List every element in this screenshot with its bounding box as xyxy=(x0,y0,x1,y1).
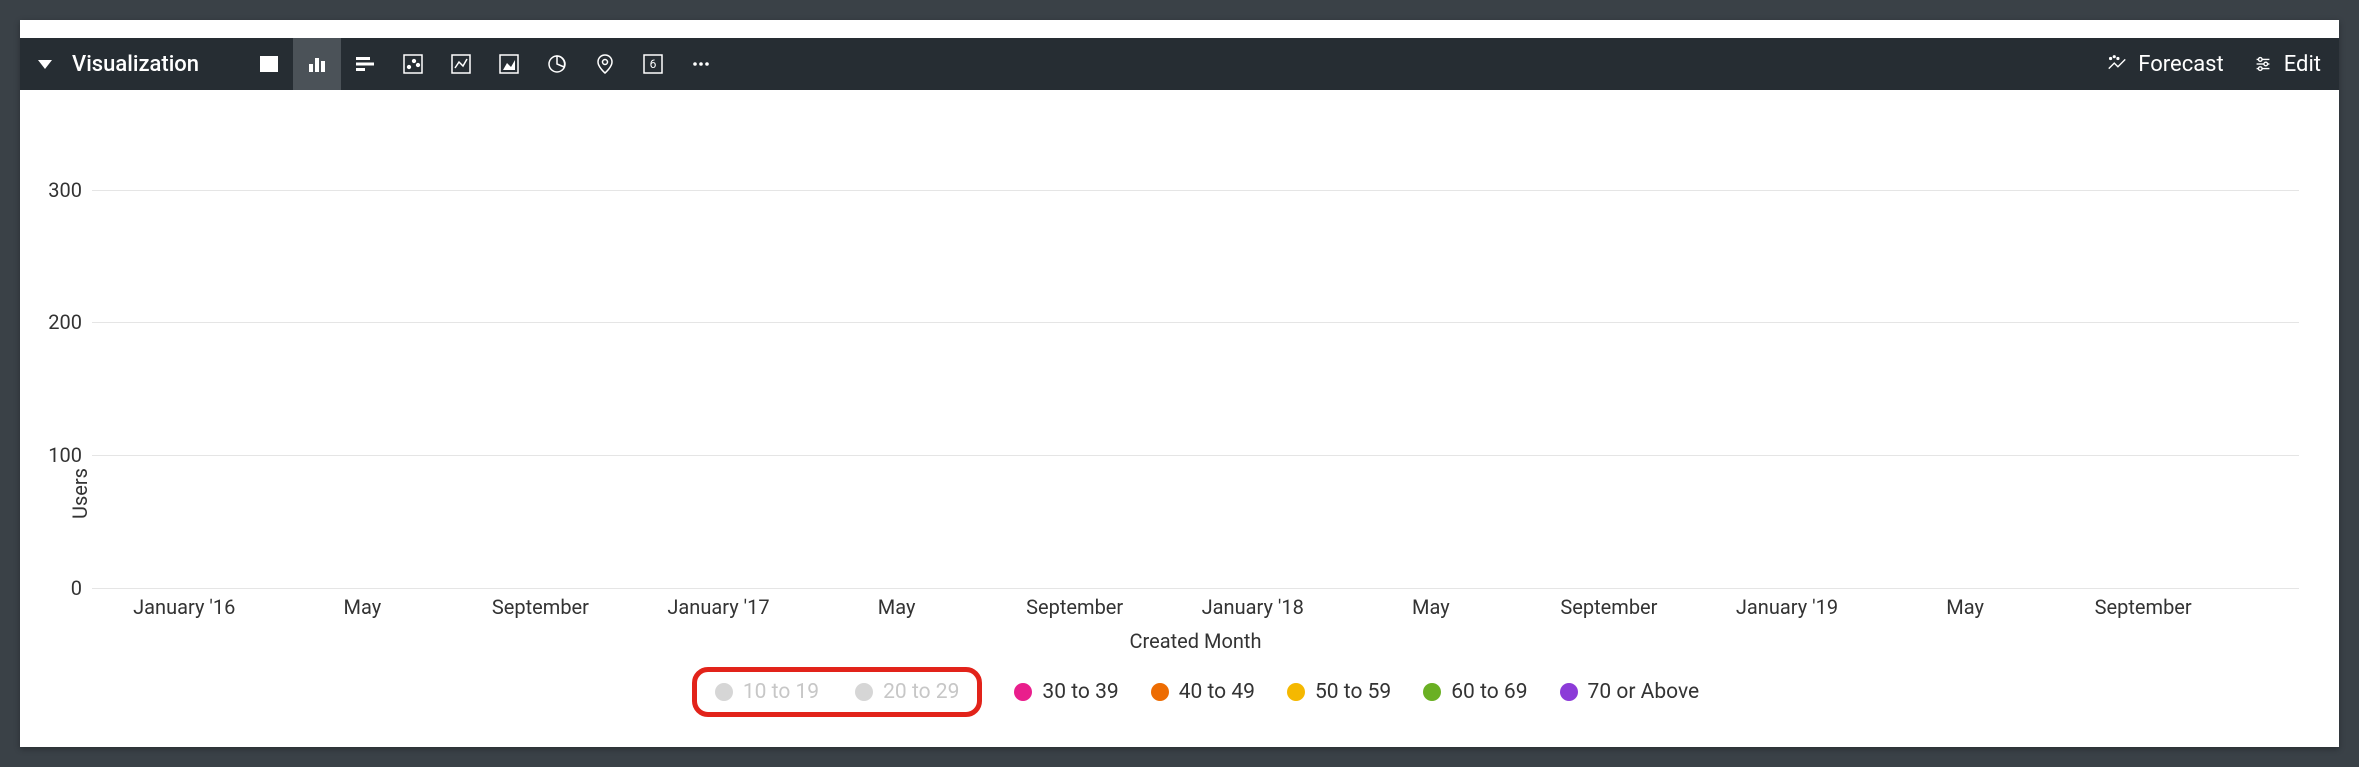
x-tick: May xyxy=(1412,595,1450,619)
legend-swatch xyxy=(715,683,733,701)
legend-label: 30 to 39 xyxy=(1042,680,1118,704)
forecast-label: Forecast xyxy=(2138,52,2223,77)
x-tick: May xyxy=(878,595,916,619)
visualization-toolbar: Visualization 6 Foreca xyxy=(20,38,2339,90)
single-value-icon[interactable]: 6 xyxy=(629,38,677,90)
more-icon[interactable] xyxy=(677,38,725,90)
toolbar-title: Visualization xyxy=(72,52,199,77)
y-tick: 200 xyxy=(32,310,82,334)
x-tick: January '17 xyxy=(667,595,769,619)
edit-label: Edit xyxy=(2284,52,2321,77)
y-tick: 300 xyxy=(32,178,82,202)
x-tick: September xyxy=(1026,595,1123,619)
legend: 10 to 19 20 to 29 30 to 39 40 to 49 50 to 59… xyxy=(92,653,2299,737)
line-chart-icon[interactable] xyxy=(437,38,485,90)
legend-swatch xyxy=(1287,683,1305,701)
legend-label: 70 or Above xyxy=(1588,680,1700,704)
map-icon[interactable] xyxy=(581,38,629,90)
legend-item[interactable]: 20 to 29 xyxy=(855,680,959,704)
y-axis-label: Users xyxy=(60,110,92,737)
legend-swatch xyxy=(1014,683,1032,701)
legend-label: 20 to 29 xyxy=(883,680,959,704)
legend-swatch xyxy=(1423,683,1441,701)
legend-swatch xyxy=(1151,683,1169,701)
legend-label: 60 to 69 xyxy=(1451,680,1527,704)
legend-swatch xyxy=(855,683,873,701)
x-tick: May xyxy=(344,595,382,619)
x-tick: May xyxy=(1946,595,1984,619)
x-tick: September xyxy=(492,595,589,619)
table-icon[interactable] xyxy=(245,38,293,90)
x-tick: January '16 xyxy=(133,595,235,619)
chart-plot-area: 0100200300 xyxy=(92,110,2299,589)
column-chart-icon[interactable] xyxy=(293,38,341,90)
legend-label: 50 to 59 xyxy=(1315,680,1391,704)
legend-item[interactable]: 40 to 49 xyxy=(1151,680,1255,704)
forecast-button[interactable]: Forecast xyxy=(2106,52,2223,77)
x-tick: September xyxy=(2095,595,2192,619)
legend-item[interactable]: 30 to 39 xyxy=(1014,680,1118,704)
y-tick: 0 xyxy=(32,576,82,600)
x-tick: January '19 xyxy=(1736,595,1838,619)
scatter-icon[interactable] xyxy=(389,38,437,90)
bar-chart-icon[interactable] xyxy=(341,38,389,90)
pie-chart-icon[interactable] xyxy=(533,38,581,90)
area-chart-icon[interactable] xyxy=(485,38,533,90)
y-tick: 100 xyxy=(32,443,82,467)
legend-label: 10 to 19 xyxy=(743,680,819,704)
legend-swatch xyxy=(1560,683,1578,701)
collapse-caret-icon[interactable] xyxy=(38,60,52,69)
svg-text:6: 6 xyxy=(650,57,657,71)
x-tick: January '18 xyxy=(1202,595,1304,619)
disabled-legend-highlight: 10 to 19 20 to 29 xyxy=(692,667,983,717)
legend-item[interactable]: 50 to 59 xyxy=(1287,680,1391,704)
legend-item[interactable]: 60 to 69 xyxy=(1423,680,1527,704)
legend-item[interactable]: 70 or Above xyxy=(1560,680,1700,704)
x-tick: September xyxy=(1560,595,1657,619)
x-axis-label: Created Month xyxy=(92,629,2299,653)
legend-label: 40 to 49 xyxy=(1179,680,1255,704)
legend-item[interactable]: 10 to 19 xyxy=(715,680,819,704)
edit-button[interactable]: Edit xyxy=(2252,52,2321,77)
